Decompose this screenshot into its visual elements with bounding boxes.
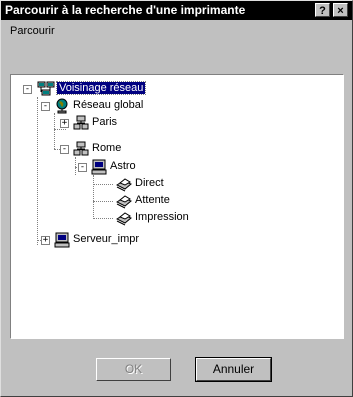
collapse-toggle[interactable]: - — [23, 85, 32, 94]
printer-tree-view[interactable]: - Voisinage réseau - Réseau global + Par… — [10, 74, 344, 339]
expand-toggle[interactable]: + — [60, 119, 69, 128]
workgroup-icon — [73, 141, 89, 160]
expand-toggle[interactable]: + — [41, 236, 50, 245]
tree-node-label: Rome — [92, 142, 122, 154]
printer-icon — [115, 210, 133, 229]
dialog-title: Parcourir à la recherche d'une imprimant… — [5, 3, 246, 17]
tree-node-label: Voisinage réseau — [55, 81, 147, 95]
network-neighborhood-icon — [37, 81, 55, 100]
close-button[interactable]: × — [333, 3, 348, 17]
tree-line — [54, 129, 66, 130]
tree-node-label: Paris — [92, 116, 118, 128]
title-bar: Parcourir à la recherche d'une imprimant… — [1, 1, 352, 20]
browse-printer-dialog: Parcourir à la recherche d'une imprimant… — [0, 0, 353, 397]
tree-line — [54, 113, 55, 149]
tree-node-label: Réseau global — [73, 99, 144, 111]
computer-icon — [91, 159, 107, 178]
computer-icon — [54, 232, 70, 251]
tree-line — [37, 97, 38, 245]
ok-button[interactable]: OK — [96, 358, 171, 381]
tree-node-label: Attente — [135, 194, 170, 206]
globe-icon — [54, 98, 70, 117]
cancel-button[interactable]: Annuler — [195, 357, 272, 382]
collapse-toggle[interactable]: - — [60, 145, 69, 154]
help-button[interactable]: ? — [315, 3, 330, 17]
tree-node-label: Direct — [135, 177, 164, 189]
dialog-subtitle: Parcourir — [10, 25, 55, 37]
workgroup-icon — [73, 115, 89, 134]
collapse-toggle[interactable]: - — [78, 163, 87, 172]
tree-node-label: Astro — [110, 160, 136, 172]
tree-node-label: Serveur_impr — [73, 233, 140, 245]
tree-node-label: Impression — [135, 211, 189, 223]
collapse-toggle[interactable]: - — [41, 102, 50, 111]
tree-line — [93, 201, 113, 202]
tree-line — [93, 175, 94, 217]
tree-line — [93, 184, 113, 185]
tree-line — [93, 218, 113, 219]
